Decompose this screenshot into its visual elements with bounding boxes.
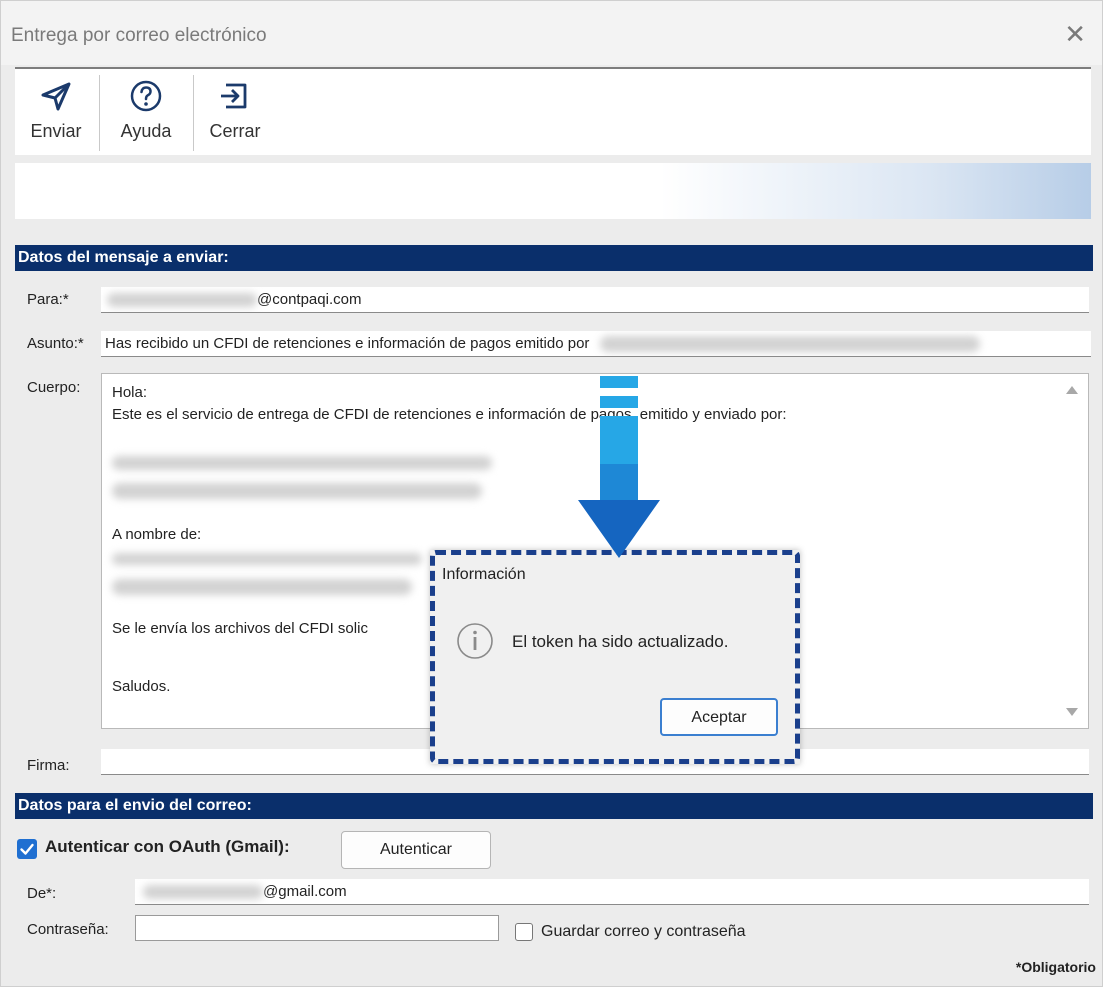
send-label: Enviar [30, 121, 82, 141]
body-intro: Este es el servicio de entrega de CFDI d… [112, 406, 787, 423]
send-button[interactable]: Enviar [15, 69, 97, 153]
from-value: @gmail.com [263, 883, 347, 900]
toolbar-separator [193, 75, 194, 151]
title-bar: Entrega por correo electrónico ✕ [1, 1, 1102, 65]
to-field[interactable]: @contpaqi.com [101, 287, 1089, 313]
window-title: Entrega por correo electrónico [11, 25, 267, 46]
toolbar-separator [99, 75, 100, 151]
save-credentials-label: Guardar correo y contraseña [541, 923, 746, 940]
redacted-text [107, 293, 257, 308]
toolbar: Enviar Ayuda Cerrar [15, 67, 1091, 155]
to-label: Para:* [27, 291, 69, 308]
message-section-header: Datos del mensaje a enviar: [15, 245, 1093, 271]
signature-label: Firma: [27, 757, 70, 774]
subject-label: Asunto:* [27, 335, 84, 352]
from-label: De*: [27, 885, 57, 902]
email-delivery-window: Entrega por correo electrónico ✕ Enviar [0, 0, 1103, 987]
body-on-behalf: A nombre de: [112, 526, 202, 543]
scroll-up-arrow-icon[interactable] [1066, 386, 1078, 394]
authenticate-button[interactable]: Autenticar [341, 831, 491, 869]
required-note: *Obligatorio [1015, 959, 1096, 975]
save-credentials-checkbox[interactable] [515, 923, 533, 941]
body-greeting: Hola: [112, 384, 148, 401]
info-dialog: Información El token ha sido actualizado… [430, 550, 800, 764]
dialog-title: Información [442, 566, 526, 583]
close-icon[interactable]: ✕ [1064, 19, 1086, 50]
password-input[interactable] [135, 915, 499, 941]
close-label: Cerrar [209, 121, 261, 141]
arrow-dash [600, 396, 638, 408]
subject-field[interactable]: Has recibido un CFDI de retenciones e in… [101, 331, 1091, 357]
arrow-dash [600, 464, 638, 500]
redacted-text [112, 578, 412, 596]
redacted-text [112, 482, 482, 500]
oauth-checkbox[interactable] [17, 839, 37, 859]
scroll-down-arrow-icon[interactable] [1066, 708, 1078, 716]
body-files: Se le envía los archivos del CFDI solic [112, 620, 368, 637]
to-value: @contpaqi.com [257, 291, 362, 308]
check-icon [20, 843, 34, 855]
paper-plane-icon [15, 79, 97, 113]
password-label: Contraseña: [27, 921, 109, 938]
redacted-text [599, 336, 980, 353]
question-circle-icon [101, 79, 191, 113]
close-button[interactable]: Cerrar [195, 69, 275, 153]
banner-strip [15, 163, 1091, 219]
exit-arrow-icon [195, 79, 275, 113]
redacted-text [143, 885, 263, 900]
redacted-text [112, 550, 422, 567]
help-button[interactable]: Ayuda [101, 69, 191, 153]
arrow-head-icon [578, 500, 660, 558]
body-label: Cuerpo: [27, 379, 81, 396]
oauth-label: Autenticar con OAuth (Gmail): [45, 837, 290, 856]
redacted-text [112, 454, 492, 471]
info-circle-icon [456, 622, 494, 665]
accept-button[interactable]: Aceptar [660, 698, 778, 736]
arrow-dash [600, 416, 638, 464]
from-field[interactable]: @gmail.com [135, 879, 1089, 905]
arrow-dash [600, 376, 638, 388]
subject-value: Has recibido un CFDI de retenciones e in… [105, 335, 590, 352]
send-section-header: Datos para el envio del correo: [15, 793, 1093, 819]
dialog-message: El token ha sido actualizado. [512, 632, 729, 651]
help-label: Ayuda [120, 121, 172, 141]
body-closing: Saludos. [112, 678, 171, 695]
